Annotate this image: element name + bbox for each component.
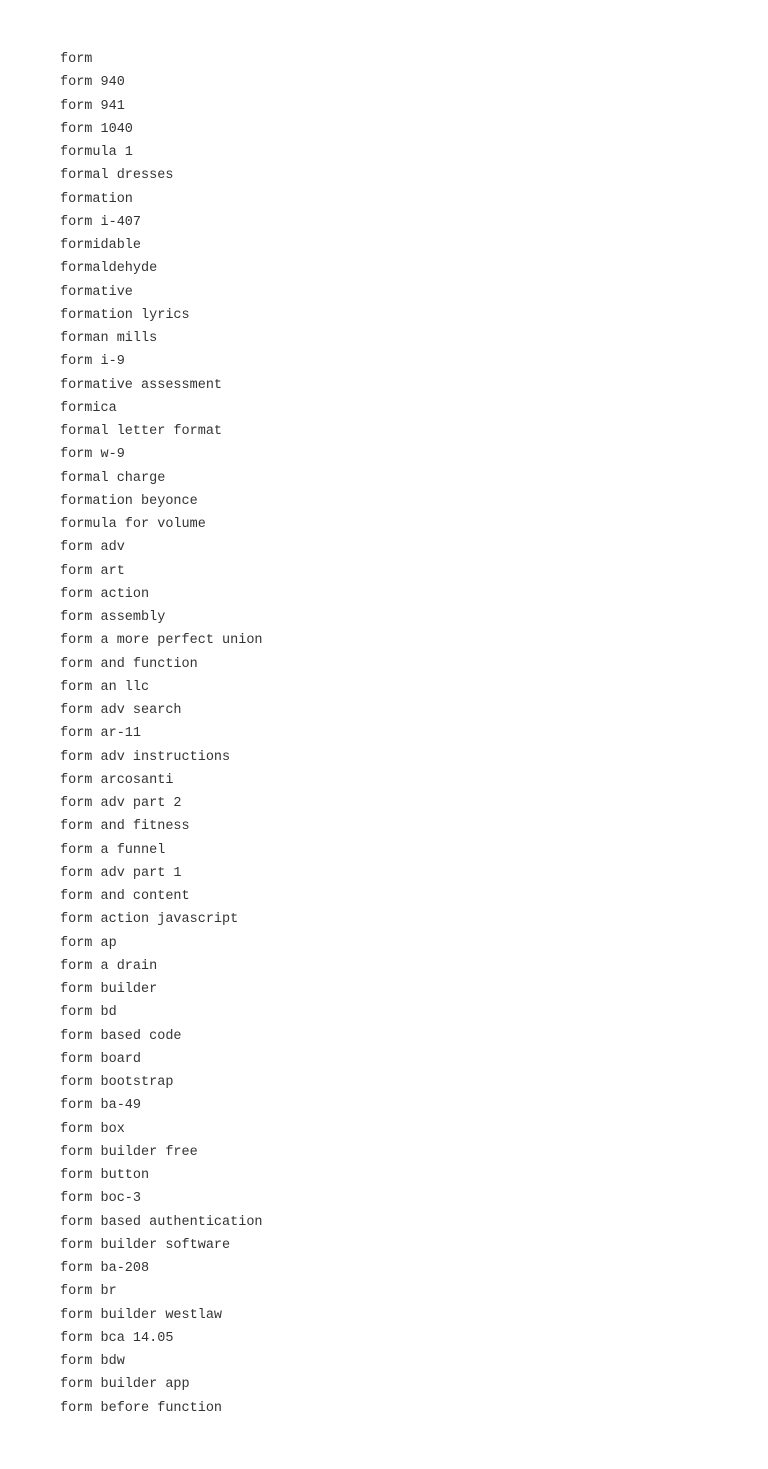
list-item[interactable]: form action bbox=[60, 585, 708, 605]
list-item[interactable]: formal charge bbox=[60, 469, 708, 489]
list-item[interactable]: form adv bbox=[60, 538, 708, 558]
list-item[interactable]: form and content bbox=[60, 887, 708, 907]
list-item[interactable]: form br bbox=[60, 1282, 708, 1302]
list-item[interactable]: formula for volume bbox=[60, 515, 708, 535]
list-item[interactable]: form adv search bbox=[60, 701, 708, 721]
list-item[interactable]: form adv part 2 bbox=[60, 794, 708, 814]
list-item[interactable]: form art bbox=[60, 562, 708, 582]
list-item[interactable]: form ba-208 bbox=[60, 1259, 708, 1279]
list-item[interactable]: form builder app bbox=[60, 1375, 708, 1395]
list-item[interactable]: form bbox=[60, 50, 708, 70]
list-item[interactable]: form 940 bbox=[60, 73, 708, 93]
list-item[interactable]: formica bbox=[60, 399, 708, 419]
list-item[interactable]: form adv part 1 bbox=[60, 864, 708, 884]
list-item[interactable]: formation lyrics bbox=[60, 306, 708, 326]
list-item[interactable]: form boc-3 bbox=[60, 1189, 708, 1209]
list-item[interactable]: form and function bbox=[60, 655, 708, 675]
list-item[interactable]: formation bbox=[60, 190, 708, 210]
list-item[interactable]: form ap bbox=[60, 934, 708, 954]
list-item[interactable]: formation beyonce bbox=[60, 492, 708, 512]
list-item[interactable]: form bd bbox=[60, 1003, 708, 1023]
list-item[interactable]: form button bbox=[60, 1166, 708, 1186]
list-item[interactable]: form assembly bbox=[60, 608, 708, 628]
list-item[interactable]: form box bbox=[60, 1120, 708, 1140]
list-item[interactable]: form action javascript bbox=[60, 910, 708, 930]
list-item[interactable]: form bootstrap bbox=[60, 1073, 708, 1093]
list-item[interactable]: form board bbox=[60, 1050, 708, 1070]
list-item[interactable]: formative bbox=[60, 283, 708, 303]
list-item[interactable]: formative assessment bbox=[60, 376, 708, 396]
list-item[interactable]: form builder software bbox=[60, 1236, 708, 1256]
list-item[interactable]: form 1040 bbox=[60, 120, 708, 140]
list-item[interactable]: form 941 bbox=[60, 97, 708, 117]
list-item[interactable]: form builder free bbox=[60, 1143, 708, 1163]
list-item[interactable]: form a more perfect union bbox=[60, 631, 708, 651]
list-item[interactable]: form ar-11 bbox=[60, 724, 708, 744]
list-item[interactable]: form adv instructions bbox=[60, 748, 708, 768]
list-item[interactable]: form before function bbox=[60, 1399, 708, 1419]
list-item[interactable]: form an llc bbox=[60, 678, 708, 698]
list-item[interactable]: form a funnel bbox=[60, 841, 708, 861]
list-item[interactable]: formula 1 bbox=[60, 143, 708, 163]
list-item[interactable]: form arcosanti bbox=[60, 771, 708, 791]
list-item[interactable]: form a drain bbox=[60, 957, 708, 977]
list-item[interactable]: form bca 14.05 bbox=[60, 1329, 708, 1349]
list-item[interactable]: form and fitness bbox=[60, 817, 708, 837]
list-item[interactable]: form bdw bbox=[60, 1352, 708, 1372]
search-results-list: form form 940 form 941 form 1040 formula 1 fo… bbox=[60, 50, 708, 1419]
list-item[interactable]: form builder westlaw bbox=[60, 1306, 708, 1326]
list-item[interactable]: form i-407 bbox=[60, 213, 708, 233]
list-item[interactable]: form based authentication bbox=[60, 1213, 708, 1233]
list-item[interactable]: form ba-49 bbox=[60, 1096, 708, 1116]
list-item[interactable]: form i-9 bbox=[60, 352, 708, 372]
list-item[interactable]: formidable bbox=[60, 236, 708, 256]
list-item[interactable]: form w-9 bbox=[60, 445, 708, 465]
list-item[interactable]: form builder bbox=[60, 980, 708, 1000]
list-item[interactable]: formaldehyde bbox=[60, 259, 708, 279]
list-item[interactable]: form based code bbox=[60, 1027, 708, 1047]
list-item[interactable]: forman mills bbox=[60, 329, 708, 349]
list-item[interactable]: formal letter format bbox=[60, 422, 708, 442]
list-item[interactable]: formal dresses bbox=[60, 166, 708, 186]
